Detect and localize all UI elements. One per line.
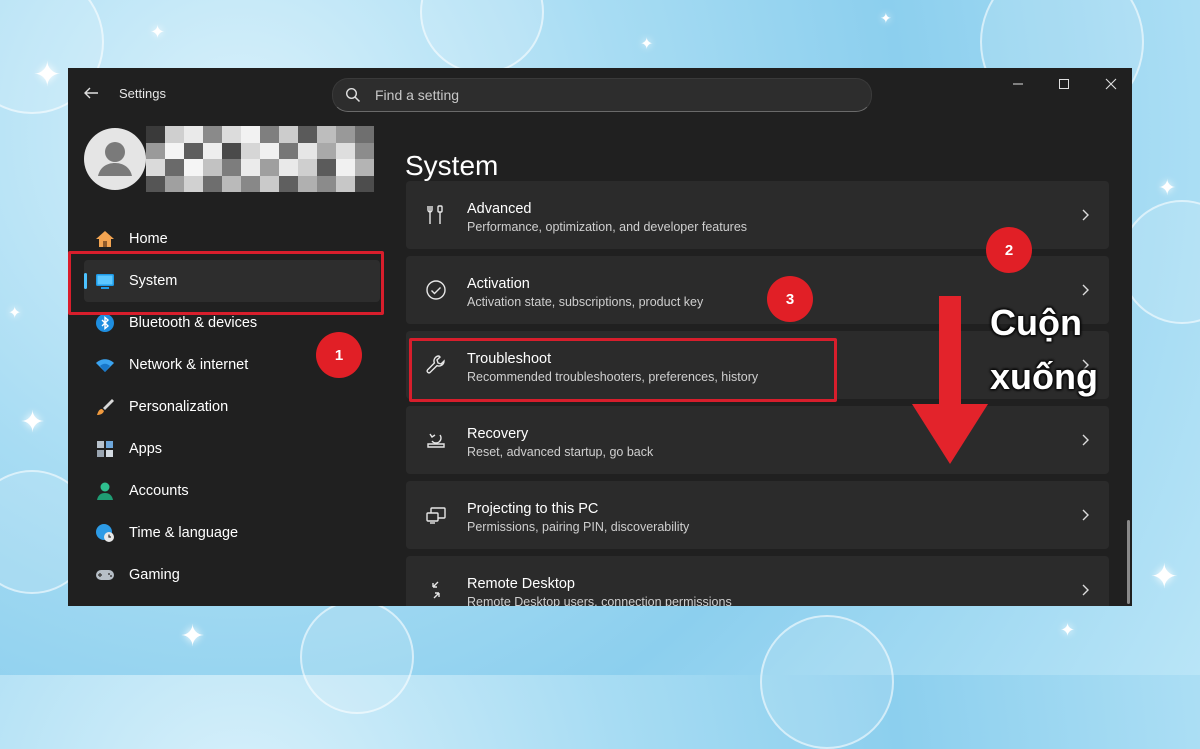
minimize-icon[interactable] (1008, 76, 1028, 92)
remote-desktop-icon (424, 578, 448, 602)
globe-clock-icon (94, 522, 116, 544)
card-title: Projecting to this PC (467, 501, 599, 517)
sidebar-item-label: Personalization (129, 399, 229, 415)
search-icon (345, 87, 361, 103)
paintbrush-icon (94, 396, 116, 418)
account-icon (94, 480, 116, 502)
card-recovery[interactable]: Recovery Reset, advanced startup, go bac… (406, 406, 1109, 474)
card-title: Activation (467, 276, 530, 292)
card-remote-desktop[interactable]: Remote Desktop Remote Desktop users, con… (406, 556, 1109, 606)
step-badge-1: 1 (316, 332, 362, 378)
sidebar-item-label: Time & language (129, 525, 239, 541)
sidebar-item-time-language[interactable]: Time & language (84, 512, 380, 554)
wifi-icon (94, 354, 116, 376)
card-title: Advanced (467, 201, 532, 217)
recovery-icon (424, 428, 448, 452)
sidebar-item-label: Network & internet (129, 357, 249, 373)
scroll-down-arrow-icon (912, 296, 988, 464)
title-bar: Settings (68, 68, 1132, 118)
tools-icon (424, 203, 448, 227)
sidebar-item-apps[interactable]: Apps (84, 428, 380, 470)
maximize-icon[interactable] (1054, 76, 1074, 92)
back-arrow-icon[interactable] (82, 84, 100, 102)
card-description: Activation state, subscriptions, product… (467, 295, 704, 309)
scrollbar[interactable] (1127, 520, 1130, 604)
home-icon (94, 228, 116, 250)
search-box[interactable] (332, 78, 872, 112)
card-description: Performance, optimization, and developer… (467, 220, 748, 234)
sidebar-item-label: Bluetooth & devices (129, 315, 258, 331)
bluetooth-icon (94, 312, 116, 334)
card-description: Reset, advanced startup, go back (467, 445, 654, 459)
chevron-right-icon (1081, 432, 1091, 448)
card-description: Remote Desktop users, connection permiss… (467, 595, 732, 606)
highlight-box-system (68, 251, 384, 315)
blurred-user-name (146, 126, 374, 192)
close-icon[interactable] (1101, 76, 1121, 92)
card-title: Recovery (467, 426, 529, 442)
sidebar-item-accounts[interactable]: Accounts (84, 470, 380, 512)
sidebar-item-label: Accounts (129, 483, 189, 499)
user-profile[interactable] (84, 126, 384, 196)
sidebar-item-label: Home (129, 231, 168, 247)
search-input[interactable] (375, 79, 855, 111)
step-badge-2: 2 (986, 227, 1032, 273)
sidebar-item-label: Gaming (129, 567, 180, 583)
sidebar-item-personalization[interactable]: Personalization (84, 386, 380, 428)
sidebar-item-gaming[interactable]: Gaming (84, 554, 380, 596)
scroll-down-line-1: Cuộn (990, 302, 1082, 343)
page-title: System (405, 149, 499, 181)
card-projecting[interactable]: Projecting to this PC Permissions, pairi… (406, 481, 1109, 549)
check-circle-icon (424, 278, 448, 302)
chevron-right-icon (1081, 507, 1091, 523)
highlight-box-troubleshoot (409, 338, 837, 402)
sidebar-item-label: Apps (129, 441, 163, 457)
chevron-right-icon (1081, 207, 1091, 223)
avatar (84, 128, 146, 190)
apps-icon (94, 438, 116, 460)
card-title: Remote Desktop (467, 576, 575, 592)
step-badge-3: 3 (767, 276, 813, 322)
app-title: Settings (119, 86, 166, 101)
card-description: Permissions, pairing PIN, discoverabilit… (467, 520, 690, 534)
chevron-right-icon (1081, 582, 1091, 598)
scroll-down-label: Cuộn xuống (990, 296, 1120, 404)
projecting-icon (424, 503, 448, 527)
scroll-down-line-2: xuống (990, 356, 1098, 397)
gamepad-icon (94, 564, 116, 586)
